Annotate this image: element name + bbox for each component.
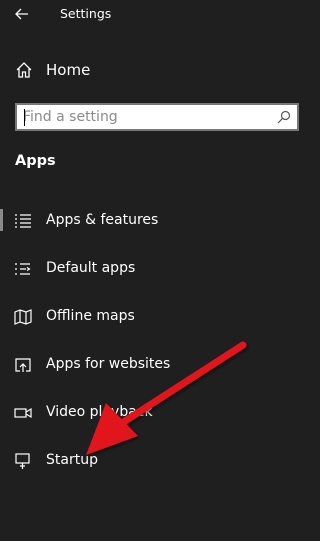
nav-item-offline-maps[interactable]: Offline maps [0,302,314,332]
search-icon[interactable] [277,110,291,124]
nav-item-apps-for-websites[interactable]: Apps for websites [0,350,314,380]
text-caret [24,109,25,126]
nav-item-label: Apps & features [46,212,159,228]
map-icon [14,309,32,325]
nav-home[interactable]: Home [0,56,314,84]
nav-item-label: Offline maps [46,308,135,324]
nav-item-label: Startup [46,452,98,468]
nav-item-apps-features[interactable]: Apps & features [0,206,314,236]
title-bar: Settings [0,0,314,30]
back-arrow-icon [15,8,28,20]
nav-item-label: Video playback [46,404,153,420]
nav-item-video-playback[interactable]: Video playback [0,398,314,428]
startup-icon [15,453,30,469]
search-box[interactable] [15,103,299,131]
settings-window: Settings Home Apps Apps & features Defau… [0,0,314,541]
nav-item-startup[interactable]: Startup [0,446,314,476]
default-apps-icon [15,263,31,275]
section-title: Apps [15,153,56,169]
nav-item-default-apps[interactable]: Default apps [0,254,314,284]
nav-item-label: Apps for websites [46,356,171,372]
open-in-app-icon [15,358,31,372]
window-title: Settings [60,6,112,21]
search-input[interactable] [21,107,273,127]
list-icon [15,214,31,228]
home-icon [16,62,32,78]
back-button[interactable] [10,4,34,24]
nav-home-label: Home [46,61,91,79]
nav-item-label: Default apps [46,260,136,276]
video-icon [14,407,32,419]
